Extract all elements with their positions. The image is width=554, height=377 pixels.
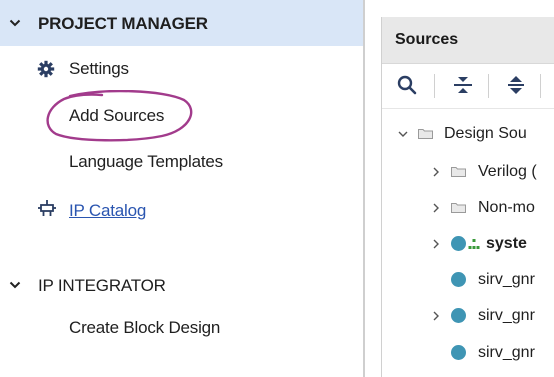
tree-row-verilog[interactable]: Verilog ( [382,157,554,187]
section-title-project-manager: PROJECT MANAGER [38,14,208,33]
tree-row-label: sirv_gnr [478,344,535,361]
module-icon [451,345,466,360]
tree-row-top-module[interactable]: syste [382,229,554,259]
annotation-circle [46,90,193,142]
module-icon [451,236,466,251]
collapse-all-icon[interactable] [452,74,474,96]
gear-icon [37,60,55,78]
nav-item-label: Language Templates [69,152,223,171]
chevron-down-icon[interactable] [9,279,21,291]
panel-gap [365,0,381,377]
chevron-right-icon[interactable] [431,203,441,213]
nav-item-label: Settings [69,59,129,78]
flow-navigator: PROJECT MANAGER Settings Add Sources Lan… [0,0,363,377]
tree-row-label: Non-mo [478,199,535,216]
sources-panel-title: Sources [395,31,459,48]
nav-item-create-block-design[interactable]: Create Block Design [0,314,363,342]
plug-icon [38,200,56,216]
search-icon[interactable] [396,74,418,96]
nav-item-settings[interactable]: Settings [0,55,363,83]
folder-icon [418,129,433,139]
folder-icon [451,203,466,213]
folder-icon [451,167,466,177]
nav-item-label: Create Block Design [69,318,221,337]
chevron-down-icon[interactable] [9,17,21,29]
tree-row-label: sirv_gnr [478,271,535,288]
tree-row-label: sirv_gnr [478,307,535,324]
ip-catalog-link[interactable]: IP Catalog [69,201,146,221]
module-icon [451,272,466,287]
section-title-ip-integrator: IP INTEGRATOR [38,276,166,295]
toolbar-separator [434,74,435,98]
chevron-down-icon[interactable] [398,129,408,139]
tree-row-module[interactable]: sirv_gnr [382,338,554,368]
sources-panel: Sources Design Sou Verilog (Non-mo syst… [381,17,554,377]
tree-row-non-module[interactable]: Non-mo [382,193,554,223]
tree-row-module[interactable]: sirv_gnr [382,265,554,295]
section-project-manager[interactable]: PROJECT MANAGER [0,0,363,46]
toolbar-separator [488,74,489,98]
module-icon [451,308,466,323]
tree-row-design-sources[interactable]: Design Sou [382,119,554,149]
tree-row-label: Design Sou [444,125,527,142]
sources-panel-header: Sources [382,17,554,64]
chevron-right-icon[interactable] [431,167,441,177]
toolbar-separator [540,74,541,98]
section-ip-integrator[interactable]: IP INTEGRATOR [0,262,363,308]
chevron-right-icon[interactable] [431,311,441,321]
sources-toolbar [382,64,554,109]
nav-item-ip-catalog[interactable]: IP Catalog [0,197,363,225]
nav-item-language-templates[interactable]: Language Templates [0,148,363,176]
expand-all-icon[interactable] [505,74,527,96]
hierarchy-icon [468,239,480,249]
chevron-right-icon[interactable] [431,239,441,249]
tree-row-label: syste [486,235,527,252]
tree-row-label: Verilog ( [478,163,537,180]
tree-row-module[interactable]: sirv_gnr [382,301,554,331]
